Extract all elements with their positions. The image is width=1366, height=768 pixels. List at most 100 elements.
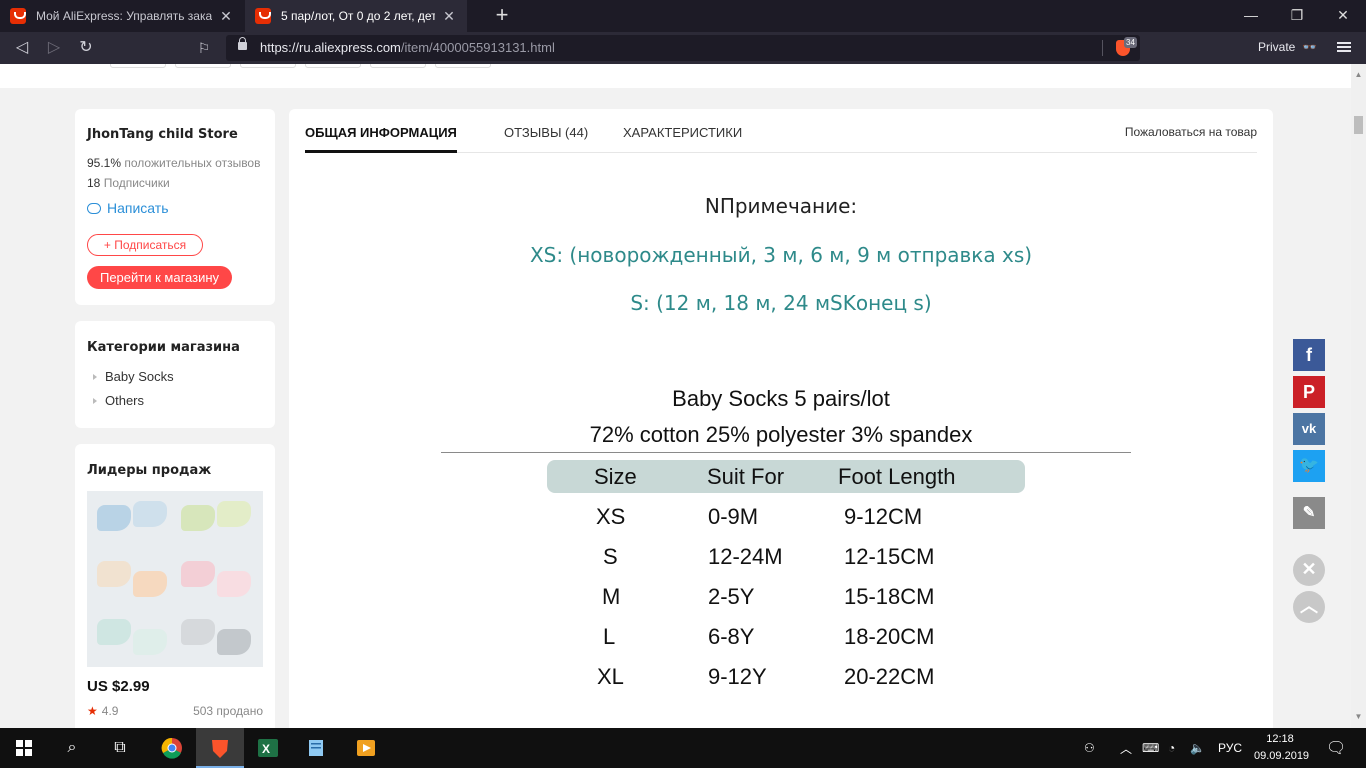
tab-title: 5 пар/лот, От 0 до 2 лет, детские [281, 9, 435, 23]
report-product-link[interactable]: Пожаловаться на товар [1125, 125, 1257, 139]
size-table-cell: 12-15CM [844, 544, 935, 569]
facebook-share-button[interactable]: f [1293, 339, 1325, 371]
back-button[interactable]: ◁ [10, 36, 34, 60]
scroll-up-arrow-icon[interactable]: ▲ [1354, 70, 1363, 79]
filter-chip[interactable] [370, 64, 426, 68]
scrollbar-thumb[interactable] [1354, 116, 1363, 134]
size-table-cell: XS [596, 504, 626, 529]
new-tab-button[interactable]: + [492, 4, 512, 28]
browser-tab-product[interactable]: 5 пар/лот, От 0 до 2 лет, детские ✕ [245, 0, 467, 32]
tab-overview[interactable]: ОБЩАЯ ИНФОРМАЦИЯ [305, 125, 457, 153]
aliexpress-favicon-icon [255, 8, 271, 24]
store-categories-card: Категории магазина Baby Socks Others [75, 321, 275, 428]
sock-image [181, 619, 215, 645]
sock-image [133, 629, 167, 655]
vk-share-button[interactable]: vk [1293, 413, 1325, 445]
page-viewport: JhonTang child Store 95.1% положительных… [0, 64, 1351, 728]
description-tabs: ОБЩАЯ ИНФОРМАЦИЯ ОТЗЫВЫ (44) ХАРАКТЕРИСТ… [305, 109, 1257, 153]
chevron-up-icon: ︿ [1300, 596, 1318, 616]
size-table-cell: 6-8Y [708, 624, 755, 649]
sock-image [133, 501, 167, 527]
close-share-button[interactable]: ✕ [1293, 554, 1325, 586]
sock-image [217, 571, 251, 597]
message-seller-link[interactable]: Написать [87, 200, 168, 216]
size-table-cell: 2-5Y [708, 584, 755, 609]
sock-image [181, 561, 215, 587]
people-icon[interactable]: ⚇ [1084, 728, 1095, 768]
notepad-icon [309, 740, 323, 756]
close-window-button[interactable]: ✕ [1320, 0, 1366, 32]
task-view-icon: ⧉ [114, 739, 126, 756]
tab-reviews[interactable]: ОТЗЫВЫ (44) [504, 125, 588, 140]
size-header-cell: Size [594, 464, 637, 489]
store-name[interactable]: JhonTang child Store [87, 127, 238, 142]
subscribe-button[interactable]: + Подписаться [87, 234, 203, 256]
volume-icon[interactable]: 🔈 [1190, 728, 1205, 768]
close-tab-icon[interactable]: ✕ [441, 8, 457, 25]
tab-specs[interactable]: ХАРАКТЕРИСТИКИ [623, 125, 742, 140]
notifications-icon[interactable]: 🗨 [1326, 728, 1346, 768]
top-strip [0, 64, 1351, 88]
media-player-taskbar-button[interactable] [342, 728, 390, 768]
category-item[interactable]: Baby Socks [93, 369, 174, 384]
caret-right-icon [93, 373, 97, 380]
product-thumbnail[interactable] [87, 491, 263, 667]
minimize-button[interactable]: — [1228, 0, 1274, 32]
svg-text:X: X [262, 742, 270, 756]
filter-chip[interactable] [305, 64, 361, 68]
size-table-cell: XL [597, 664, 624, 689]
shield-count-badge: 34 [1124, 37, 1137, 48]
product-price: US $2.99 [87, 678, 150, 695]
excel-taskbar-button[interactable]: X [244, 728, 292, 768]
aliexpress-favicon-icon [10, 8, 26, 24]
product-description-panel: ОБЩАЯ ИНФОРМАЦИЯ ОТЗЫВЫ (44) ХАРАКТЕРИСТ… [289, 109, 1273, 728]
sock-image [217, 629, 251, 655]
address-toolbar: ◁ ▷ ↻ ⚐ https://ru.aliexpress.com/item/4… [0, 32, 1366, 64]
start-button[interactable] [0, 728, 48, 768]
maximize-button[interactable]: ❐ [1274, 0, 1320, 32]
filter-chip[interactable] [435, 64, 491, 68]
filter-chip[interactable] [110, 64, 166, 68]
chrome-taskbar-button[interactable] [148, 728, 196, 768]
bookmark-icon[interactable]: ⚐ [192, 36, 216, 60]
size-table-cell: 20-22CM [844, 664, 935, 689]
category-item[interactable]: Others [93, 393, 144, 408]
pinterest-share-button[interactable]: P [1293, 376, 1325, 408]
filter-chip[interactable] [175, 64, 231, 68]
taskbar-clock[interactable]: 12:18 09.09.2019 [1254, 731, 1309, 765]
size-table-cell: 9-12CM [844, 504, 923, 529]
close-tab-icon[interactable]: ✕ [218, 8, 234, 25]
chat-bubble-icon [87, 202, 101, 214]
brave-taskbar-button[interactable] [196, 728, 244, 768]
language-indicator[interactable]: РУС [1218, 728, 1242, 768]
notepad-taskbar-button[interactable] [292, 728, 340, 768]
browser-tab-orders[interactable]: Мой AliExpress: Управлять заказа ✕ [0, 0, 244, 32]
description-product-title: Baby Socks 5 pairs/lot [672, 386, 890, 411]
scroll-down-arrow-icon[interactable]: ▼ [1354, 712, 1363, 721]
page-scrollbar[interactable]: ▲ ▼ [1351, 64, 1366, 728]
filter-chip[interactable] [240, 64, 296, 68]
url-bar[interactable]: https://ru.aliexpress.com/item/400005591… [226, 35, 1140, 61]
search-button[interactable]: ⌕ [48, 728, 96, 768]
show-hidden-icons-icon[interactable]: ︿ [1120, 728, 1132, 768]
size-table-cell: 18-20CM [844, 624, 935, 649]
sock-image [97, 561, 131, 587]
excel-icon: X [258, 739, 278, 757]
scroll-top-button[interactable]: ︿ [1293, 591, 1325, 623]
twitter-share-button[interactable]: 🐦 [1293, 450, 1325, 482]
description-material: 72% cotton 25% polyester 3% spandex [589, 422, 973, 447]
wifi-icon[interactable]: ◔ [1168, 728, 1175, 768]
media-player-icon [357, 740, 375, 756]
edit-button[interactable]: ✎ [1293, 497, 1325, 529]
visit-store-button[interactable]: Перейти к магазину [87, 266, 232, 289]
facebook-icon: f [1306, 345, 1312, 365]
menu-icon[interactable] [1336, 40, 1352, 56]
store-followers: 18 Подписчики [87, 176, 170, 190]
task-view-button[interactable]: ⧉ [96, 728, 144, 768]
url-text[interactable]: https://ru.aliexpress.com/item/400005591… [260, 40, 555, 55]
reload-button[interactable]: ↻ [74, 36, 98, 60]
input-method-icon[interactable]: ⌨ [1142, 728, 1159, 768]
size-header-cell: Suit For [707, 464, 785, 489]
forward-button[interactable]: ▷ [42, 36, 66, 60]
vk-icon: vk [1301, 421, 1317, 436]
